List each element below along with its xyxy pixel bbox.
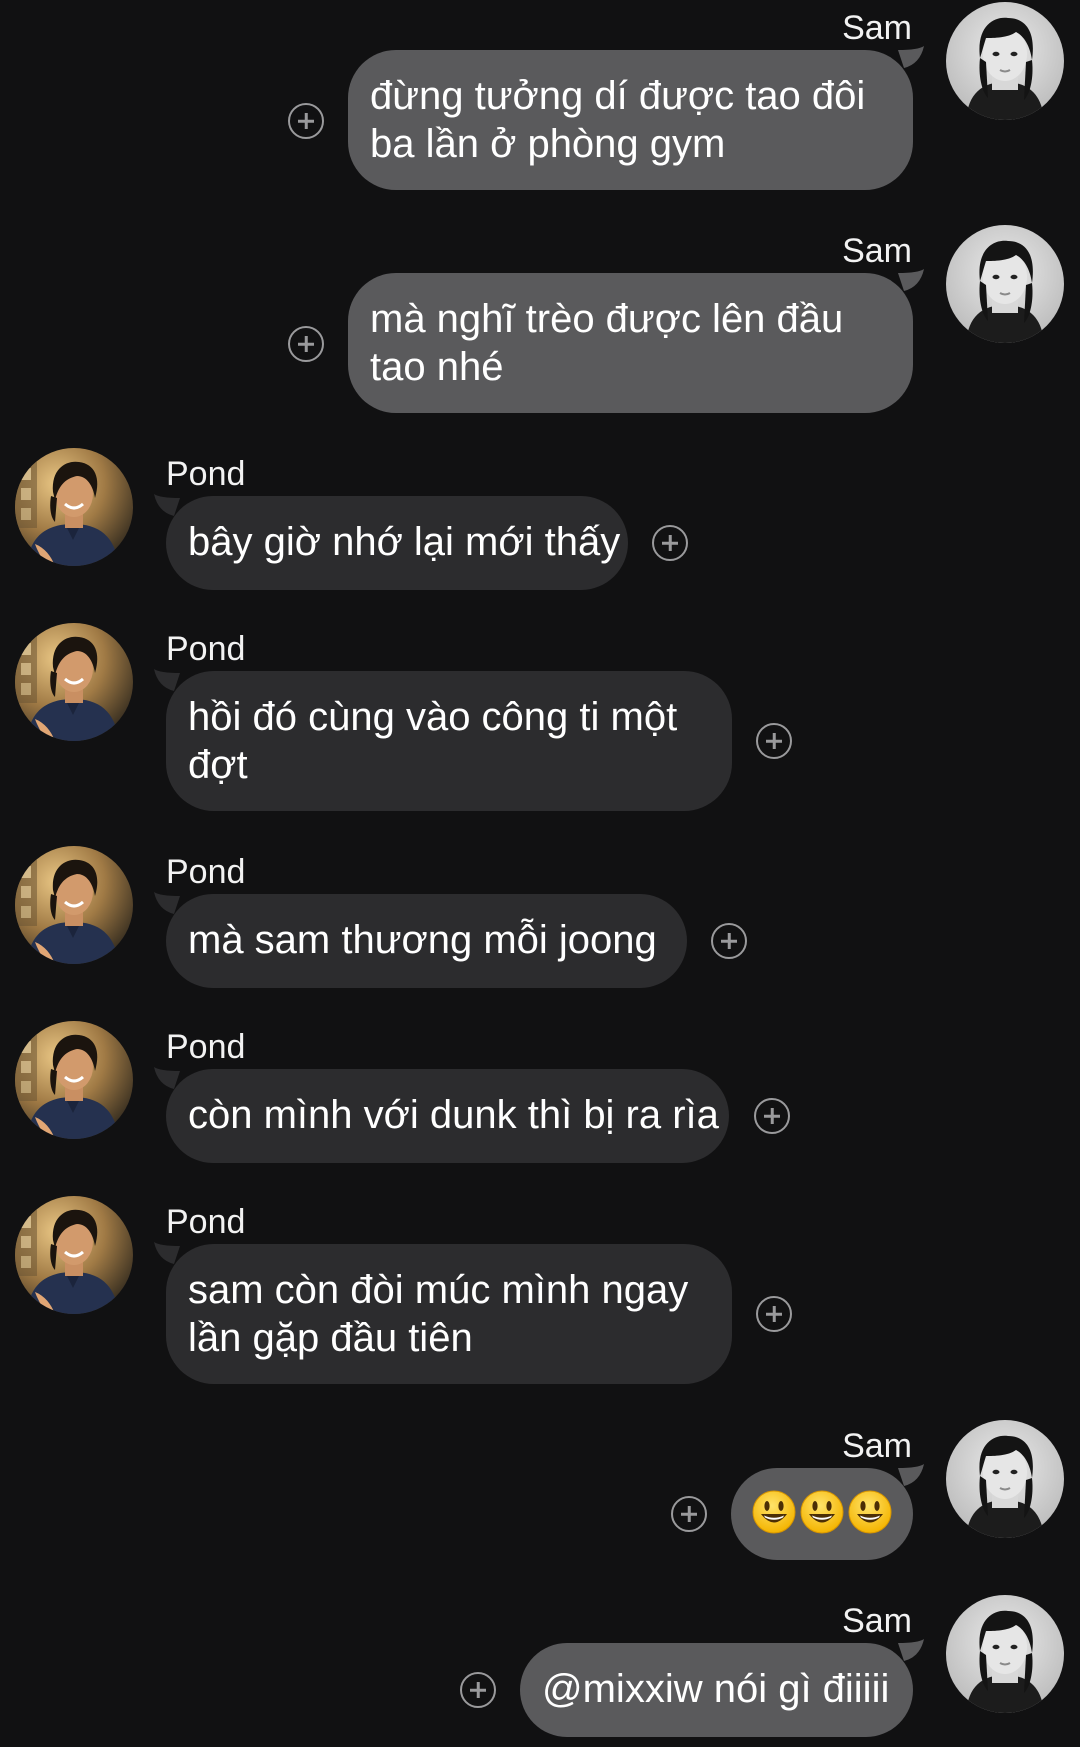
message-text: bây giờ nhớ lại mới thấy <box>188 520 621 564</box>
grinning-face-emoji <box>799 1489 845 1535</box>
add-reaction-icon[interactable] <box>756 1296 792 1332</box>
message-pond-5: Pond sam còn đòi múc mình ngay lần gặp đ… <box>0 1196 1080 1396</box>
grinning-face-emoji <box>751 1489 797 1535</box>
message-text: còn mình với dunk thì bị ra rìa <box>188 1093 719 1137</box>
message-bubble[interactable] <box>731 1468 913 1560</box>
avatar-sam[interactable] <box>946 1420 1064 1538</box>
sender-name: Sam <box>842 1427 912 1465</box>
message-text-line: đợt <box>188 743 248 787</box>
message-bubble[interactable]: đừng tưởng dí được tao đôi ba lần ở phòn… <box>348 50 913 190</box>
sender-name: Sam <box>842 9 912 47</box>
add-reaction-icon[interactable] <box>288 103 324 139</box>
message-text-line: sam còn đòi múc mình ngay <box>188 1268 689 1312</box>
message-pond-2: Pond hồi đó cùng vào công ti một đợt <box>0 623 1080 823</box>
message-bubble[interactable]: sam còn đòi múc mình ngay lần gặp đầu ti… <box>166 1244 732 1384</box>
message-bubble[interactable]: bây giờ nhớ lại mới thấy <box>166 496 628 590</box>
bubble-tail <box>154 1067 180 1089</box>
avatar-sam[interactable] <box>946 1595 1064 1713</box>
message-text-line: mà nghĩ trèo được lên đầu <box>370 297 844 341</box>
avatar-sam[interactable] <box>946 225 1064 343</box>
sender-name: Pond <box>166 1028 246 1066</box>
message-pond-1: Pond bây giờ nhớ lại mới thấy <box>0 448 1080 598</box>
bubble-tail <box>898 1464 924 1486</box>
message-pond-3: Pond mà sam thương mỗi joong <box>0 846 1080 996</box>
sender-name: Sam <box>842 232 912 270</box>
bubble-tail <box>898 269 924 291</box>
message-pond-4: Pond còn mình với dunk thì bị ra rìa <box>0 1021 1080 1171</box>
emoji-row <box>751 1489 893 1535</box>
message-bubble[interactable]: còn mình với dunk thì bị ra rìa <box>166 1069 729 1163</box>
message-text-line: lần gặp đầu tiên <box>188 1316 473 1360</box>
grinning-face-emoji <box>847 1489 893 1535</box>
avatar-pond[interactable] <box>15 623 133 741</box>
message-text-line: tao nhé <box>370 345 504 389</box>
message-text-line: đừng tưởng dí được tao đôi <box>370 74 866 118</box>
message-sam-4: Sam @mixxiw nói gì điiiii <box>0 1593 1080 1747</box>
sender-name: Pond <box>166 1203 246 1241</box>
sender-name: Sam <box>842 1602 912 1640</box>
add-reaction-icon[interactable] <box>652 525 688 561</box>
add-reaction-icon[interactable] <box>288 326 324 362</box>
message-bubble[interactable]: @mixxiw nói gì điiiii <box>520 1643 913 1737</box>
add-reaction-icon[interactable] <box>711 923 747 959</box>
message-text: @mixxiw nói gì điiiii <box>542 1667 890 1711</box>
message-bubble[interactable]: mà sam thương mỗi joong <box>166 894 687 988</box>
bubble-tail <box>154 1242 180 1264</box>
avatar-pond[interactable] <box>15 448 133 566</box>
bubble-tail <box>154 494 180 516</box>
bubble-tail <box>898 46 924 68</box>
add-reaction-icon[interactable] <box>754 1098 790 1134</box>
sender-name: Pond <box>166 630 246 668</box>
avatar-sam[interactable] <box>946 2 1064 120</box>
message-text: mà sam thương mỗi joong <box>188 918 657 962</box>
message-bubble[interactable]: mà nghĩ trèo được lên đầu tao nhé <box>348 273 913 413</box>
message-text-line: ba lần ở phòng gym <box>370 122 726 166</box>
avatar-pond[interactable] <box>15 1021 133 1139</box>
message-sam-3: Sam <box>0 1418 1080 1568</box>
avatar-pond[interactable] <box>15 1196 133 1314</box>
bubble-tail <box>154 892 180 914</box>
sender-name: Pond <box>166 853 246 891</box>
add-reaction-icon[interactable] <box>756 723 792 759</box>
avatar-pond[interactable] <box>15 846 133 964</box>
message-bubble[interactable]: hồi đó cùng vào công ti một đợt <box>166 671 732 811</box>
message-text-line: hồi đó cùng vào công ti một <box>188 695 678 739</box>
message-sam-2: Sam mà nghĩ trèo được lên đầu tao nhé <box>0 223 1080 423</box>
bubble-tail <box>154 669 180 691</box>
sender-name: Pond <box>166 455 246 493</box>
bubble-tail <box>898 1639 924 1661</box>
message-sam-1: Sam đừng tưởng dí được tao đôi ba lần ở … <box>0 0 1080 200</box>
add-reaction-icon[interactable] <box>460 1672 496 1708</box>
add-reaction-icon[interactable] <box>671 1496 707 1532</box>
